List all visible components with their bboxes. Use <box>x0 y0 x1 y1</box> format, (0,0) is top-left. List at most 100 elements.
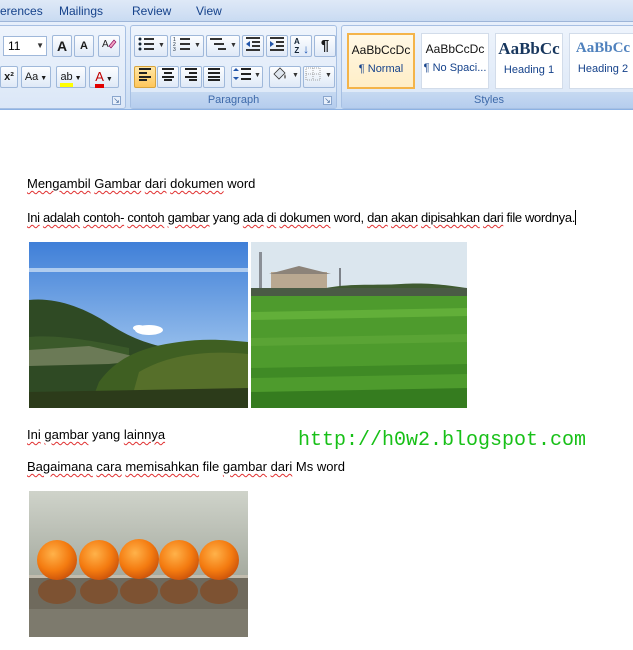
picture-rice-field[interactable] <box>251 242 467 408</box>
paint-bucket-icon: ▼ <box>273 67 299 80</box>
paragraph-dialog-launcher-icon[interactable]: ↘ <box>323 96 332 105</box>
doc-text: file <box>199 459 223 474</box>
style-sample: AaBbCc <box>575 40 631 56</box>
shrink-font-icon: A <box>80 40 88 52</box>
borders-icon: ▼ <box>305 67 332 81</box>
borders-button[interactable]: ▼ <box>303 66 335 88</box>
ribbon-tab-bar: erences Mailings Review View <box>0 0 633 22</box>
decrease-indent-button[interactable] <box>242 35 264 57</box>
font-color-button[interactable]: A ▼ <box>89 66 119 88</box>
doc-word: Bagaimana <box>27 459 93 474</box>
doc-text: file wordnya. <box>503 210 576 225</box>
style-name: ¶ Normal <box>358 63 404 75</box>
doc-word: dokumen <box>279 210 331 225</box>
style-name: Heading 1 <box>503 64 555 76</box>
svg-text:▼: ▼ <box>194 42 201 49</box>
chevron-down-icon: ▼ <box>36 41 44 50</box>
superscript-icon: x² <box>4 71 14 83</box>
clear-formatting-button[interactable]: A <box>98 35 120 57</box>
tab-mailings[interactable]: Mailings <box>59 4 103 18</box>
numbering-button[interactable]: 1 2 3 ▼ <box>170 35 204 57</box>
show-formatting-button[interactable]: ¶ <box>314 35 336 57</box>
doc-word: lainnya <box>123 427 166 442</box>
picture-mountain[interactable] <box>29 242 248 408</box>
svg-text:▼: ▼ <box>158 42 165 49</box>
shading-button[interactable]: ▼ <box>269 66 301 88</box>
style-normal[interactable]: AaBbCcDc ¶ Normal <box>347 33 415 89</box>
line-spacing-button[interactable]: ▼ <box>231 66 263 88</box>
justify-button[interactable] <box>203 66 225 88</box>
multilevel-list-icon: ▼ <box>210 38 237 50</box>
align-center-button[interactable] <box>157 66 179 88</box>
change-case-icon: Aa <box>24 71 39 83</box>
chevron-down-icon: ▼ <box>72 75 82 82</box>
doc-word: ada <box>242 210 264 225</box>
doc-line-title: Mengambil Gambar dari dokumen word <box>27 176 255 191</box>
superscript-button[interactable]: x² <box>0 66 18 88</box>
font-dialog-launcher-icon[interactable]: ↘ <box>112 96 121 105</box>
font-group: 11 ▼ A A A x² Aa ▼ ab ▼ A ▼ ↘ <box>0 25 126 109</box>
style-no-spacing[interactable]: AaBbCcDc ¶ No Spaci... <box>421 33 489 89</box>
shrink-font-button[interactable]: A <box>74 35 94 57</box>
doc-word: Mengambil <box>27 176 91 191</box>
bullets-button[interactable]: ▼ <box>134 35 168 57</box>
paragraph-group: ▼ 1 2 3 ▼ ▼ A Z ↓ ¶ ▼ ▼ ▼ Paragraph ↘ <box>130 25 337 109</box>
doc-word: dokumen <box>170 176 224 191</box>
doc-word: gambar <box>44 427 89 442</box>
style-heading-1[interactable]: AaBbCc Heading 1 <box>495 33 563 89</box>
doc-text: word <box>223 176 256 191</box>
doc-word: akan <box>390 210 418 225</box>
increase-indent-icon <box>270 37 284 51</box>
justify-icon <box>208 68 220 81</box>
svg-text:3: 3 <box>173 47 176 52</box>
mountain-landscape-image <box>29 242 248 408</box>
doc-word: di <box>266 210 277 225</box>
ribbon: 11 ▼ A A A x² Aa ▼ ab ▼ A ▼ ↘ ▼ 1 2 3 ▼ … <box>0 22 633 110</box>
style-sample: AaBbCcDc <box>425 42 485 56</box>
style-name: Heading 2 <box>577 63 629 75</box>
tab-view[interactable]: View <box>196 4 222 18</box>
blog-url-watermark: http://h0w2.blogspot.com <box>298 429 587 452</box>
decrease-indent-icon <box>246 37 260 51</box>
sort-icon: A Z <box>293 37 300 55</box>
svg-text:▼: ▼ <box>325 72 332 79</box>
change-case-button[interactable]: Aa ▼ <box>21 66 51 88</box>
align-left-icon <box>139 68 151 81</box>
tab-references[interactable]: erences <box>0 4 43 18</box>
style-name: ¶ No Spaci... <box>423 62 487 74</box>
doc-word: dan <box>367 210 388 225</box>
font-size-combo[interactable]: 11 ▼ <box>3 36 47 56</box>
doc-text: word, <box>330 210 368 225</box>
clear-formatting-icon: A <box>102 39 117 50</box>
font-color-icon: A <box>95 69 104 88</box>
doc-word: contoh <box>127 210 165 225</box>
pilcrow-icon: ¶ <box>320 37 330 54</box>
highlighter-icon: ab <box>60 71 73 87</box>
style-sample: AaBbCc <box>498 39 560 58</box>
doc-line-other-picture: Ini gambar yang lainnya <box>27 427 165 442</box>
grow-font-button[interactable]: A <box>52 35 72 57</box>
doc-word: Ini <box>27 427 41 442</box>
svg-text:▼: ▼ <box>254 72 261 79</box>
align-left-button[interactable] <box>134 66 156 88</box>
sort-button[interactable]: A Z ↓ <box>290 35 312 57</box>
text-highlight-button[interactable]: ab ▼ <box>56 66 86 88</box>
style-heading-2[interactable]: AaBbCc Heading 2 <box>569 33 633 89</box>
doc-word: Gambar <box>94 176 142 191</box>
tab-review[interactable]: Review <box>132 4 171 18</box>
font-size-value: 11 <box>8 39 21 53</box>
chevron-down-icon: ▼ <box>103 76 113 83</box>
line-spacing-icon: ▼ <box>233 68 261 80</box>
increase-indent-button[interactable] <box>266 35 288 57</box>
doc-word: contoh- <box>83 210 125 225</box>
doc-text: Ms word <box>292 459 345 474</box>
picture-oranges[interactable] <box>29 491 248 637</box>
multilevel-list-button[interactable]: ▼ <box>206 35 240 57</box>
doc-word: dari <box>482 210 504 225</box>
svg-text:▼: ▼ <box>230 42 237 49</box>
text-cursor <box>574 210 576 225</box>
doc-line-intro: Ini adalah contoh- contoh gambar yang ad… <box>27 210 576 225</box>
paragraph-group-label: Paragraph <box>131 92 336 108</box>
doc-word: dipisahkan <box>421 210 480 225</box>
align-right-button[interactable] <box>180 66 202 88</box>
